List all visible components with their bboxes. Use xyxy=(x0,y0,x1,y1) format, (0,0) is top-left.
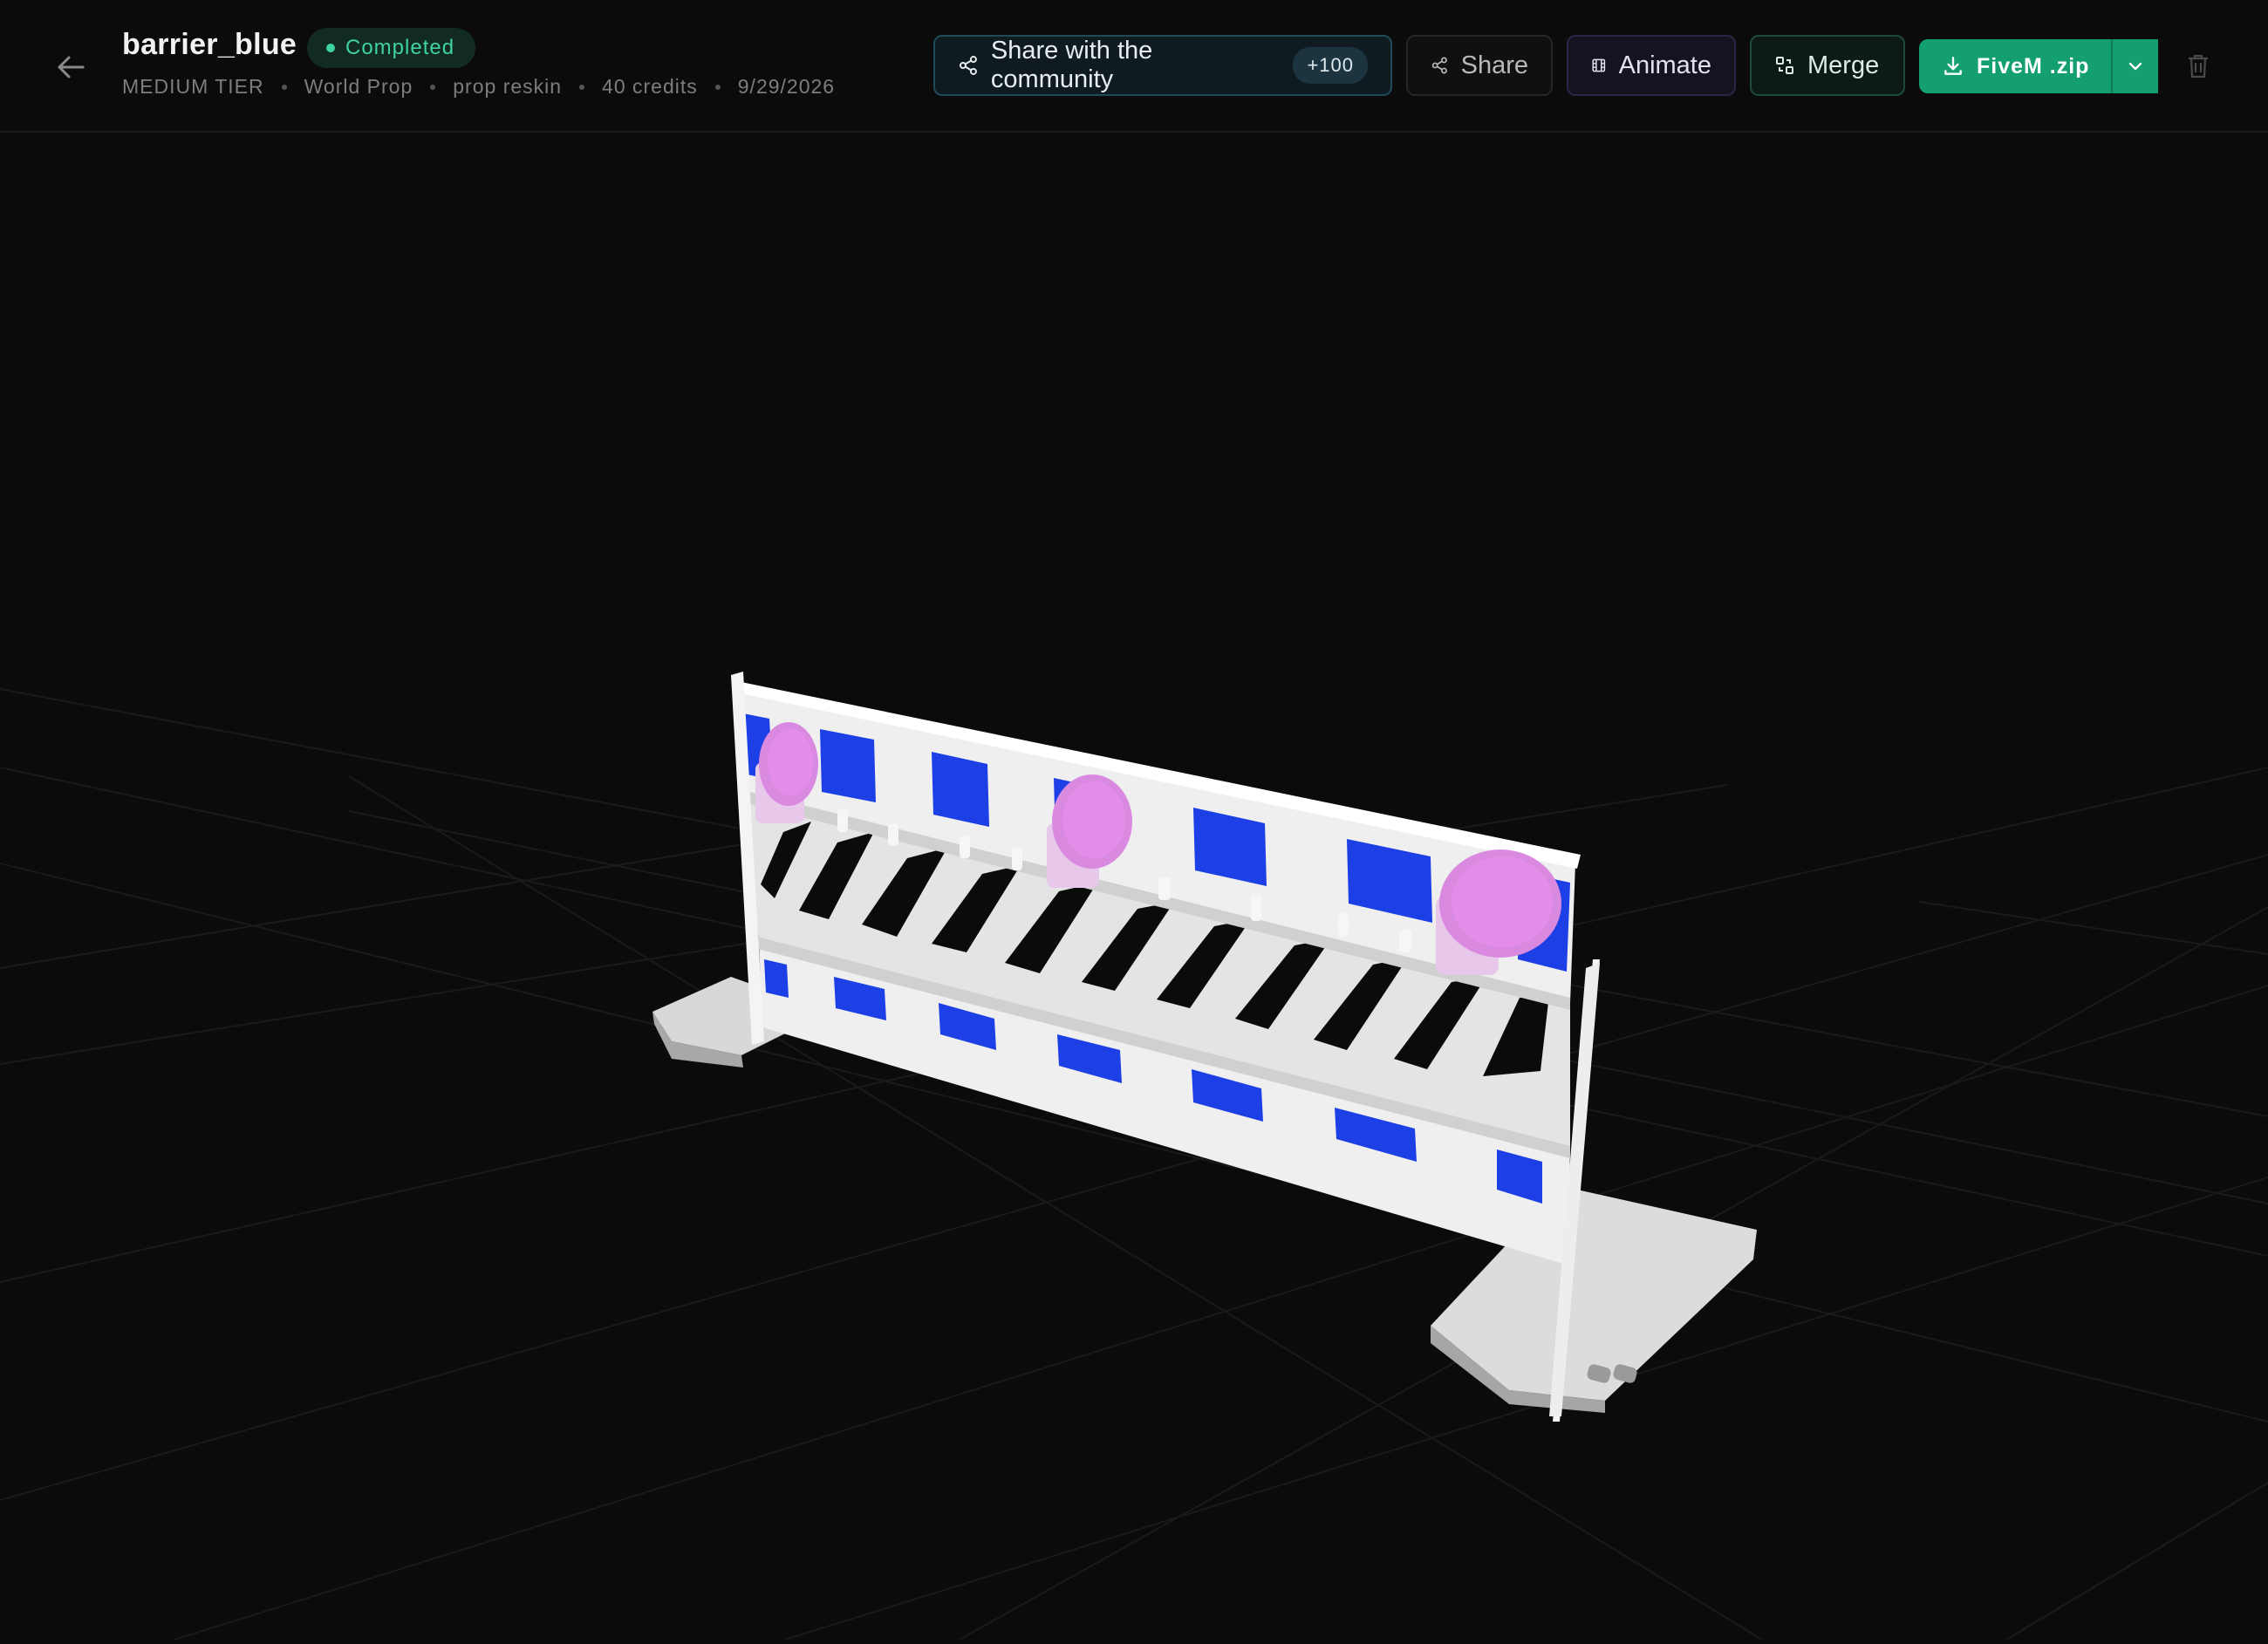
trash-icon xyxy=(2189,54,2208,78)
status-label: Completed xyxy=(345,36,455,59)
separator-dot xyxy=(281,84,287,90)
film-icon xyxy=(1592,58,1606,72)
meta-type: prop reskin xyxy=(453,75,563,98)
download-label: FiveM .zip xyxy=(1977,53,2090,78)
status-badge: Completed xyxy=(307,28,476,68)
merge-label: Merge xyxy=(1807,51,1880,79)
model-viewport[interactable] xyxy=(0,134,2268,1641)
animate-label: Animate xyxy=(1618,51,1711,79)
share-community-label: Share with the community xyxy=(990,37,1153,93)
separator-dot xyxy=(430,84,436,90)
barrier-model[interactable] xyxy=(652,672,1757,1422)
share-community-button[interactable]: Share with the community +100 xyxy=(933,35,1392,96)
download-icon xyxy=(1944,57,1962,75)
viewport-canvas[interactable] xyxy=(0,134,2268,1641)
status-dot-icon xyxy=(326,44,335,52)
meta-category: World Prop xyxy=(304,75,413,98)
meta-credits: 40 credits xyxy=(602,75,698,98)
share-label: Share xyxy=(1460,51,1528,79)
merge-icon xyxy=(1776,57,1793,74)
animate-button[interactable]: Animate xyxy=(1567,35,1736,96)
separator-dot xyxy=(579,84,585,90)
meta-date: 9/29/2026 xyxy=(737,75,836,98)
share-icon xyxy=(959,56,977,75)
community-bonus-badge: +100 xyxy=(1293,47,1368,84)
share-icon xyxy=(1431,57,1447,74)
back-button[interactable] xyxy=(51,49,91,85)
download-options-button[interactable] xyxy=(2111,39,2158,93)
separator-dot xyxy=(714,84,721,90)
meta-line: MEDIUM TIER World Prop prop reskin 40 cr… xyxy=(122,75,835,99)
top-bar: barrier_blue Completed MEDIUM TIER World… xyxy=(0,0,2268,133)
chevron-down-icon xyxy=(2128,62,2142,71)
delete-button[interactable] xyxy=(2184,49,2212,84)
arrow-left-icon xyxy=(58,56,85,78)
share-button[interactable]: Share xyxy=(1406,35,1553,96)
page-title: barrier_blue xyxy=(122,28,297,61)
merge-button[interactable]: Merge xyxy=(1750,35,1905,96)
meta-tier: MEDIUM TIER xyxy=(122,75,264,98)
